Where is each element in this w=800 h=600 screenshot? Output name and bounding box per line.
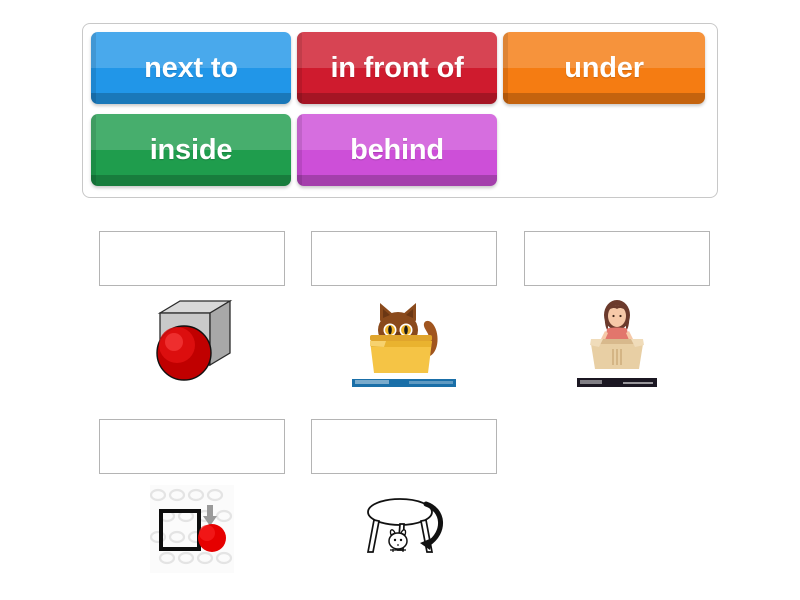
- answer-row-1: [99, 231, 732, 397]
- cat-inside-yellow-box-image: [352, 297, 457, 387]
- answer-cell-3: [523, 231, 710, 397]
- drop-zone-4[interactable]: [99, 419, 285, 474]
- word-tile-label: next to: [144, 51, 238, 84]
- word-tile-in-front-of[interactable]: in front of: [297, 32, 497, 104]
- tile-bevel-shadow: [91, 93, 291, 104]
- stock-watermark-bar: [352, 379, 457, 387]
- word-tile-inside[interactable]: inside: [91, 114, 291, 186]
- watermark-left-text: [355, 380, 390, 384]
- media-5: [311, 485, 497, 585]
- tile-bevel-shadow: [297, 175, 497, 186]
- mouse-under-table-image: [360, 494, 449, 566]
- drop-zone-5[interactable]: [311, 419, 498, 474]
- watermark-left-text: [579, 380, 602, 384]
- answer-cell-1: [99, 231, 285, 397]
- word-tile-next-to[interactable]: next to: [91, 32, 291, 104]
- ball-in-front-of-grey-box-image: [146, 297, 238, 385]
- media-4: [99, 485, 285, 585]
- tile-bevel-shadow: [91, 175, 291, 186]
- word-tile-label: in front of: [330, 51, 464, 84]
- answer-row-2: [99, 419, 519, 585]
- word-tile-label: inside: [149, 133, 233, 166]
- drop-zone-1[interactable]: [99, 231, 285, 286]
- tile-bevel-shadow: [297, 93, 497, 104]
- word-bank-container: next to in front of under inside behind: [82, 23, 718, 198]
- ball-next-to-square-image: [150, 485, 234, 573]
- woman-inside-cardboard-box-image: [576, 297, 657, 387]
- answer-cell-2: [311, 231, 498, 397]
- word-tile-under[interactable]: under: [503, 32, 705, 104]
- tile-bevel-side: [297, 32, 302, 104]
- answer-cell-5: [311, 419, 498, 585]
- tile-bevel-side: [91, 32, 96, 104]
- word-tile-behind[interactable]: behind: [297, 114, 497, 186]
- tile-bevel-side: [297, 114, 302, 186]
- media-1: [99, 297, 285, 397]
- answer-cell-4: [99, 419, 285, 585]
- drop-zone-2[interactable]: [311, 231, 498, 286]
- tile-bevel-side: [503, 32, 508, 104]
- stock-watermark-bar: [576, 378, 657, 387]
- tile-bevel-shadow: [503, 93, 705, 104]
- media-2: [311, 297, 497, 397]
- watermark-right-text: [409, 381, 454, 384]
- drop-zone-3[interactable]: [523, 231, 710, 286]
- watermark-right-text: [622, 382, 653, 384]
- tile-bevel-side: [91, 114, 96, 186]
- word-tile-label: under: [564, 51, 644, 84]
- word-bank-tile-list: next to in front of under inside behind: [91, 32, 711, 196]
- word-tile-label: behind: [350, 133, 444, 166]
- media-3: [524, 297, 710, 397]
